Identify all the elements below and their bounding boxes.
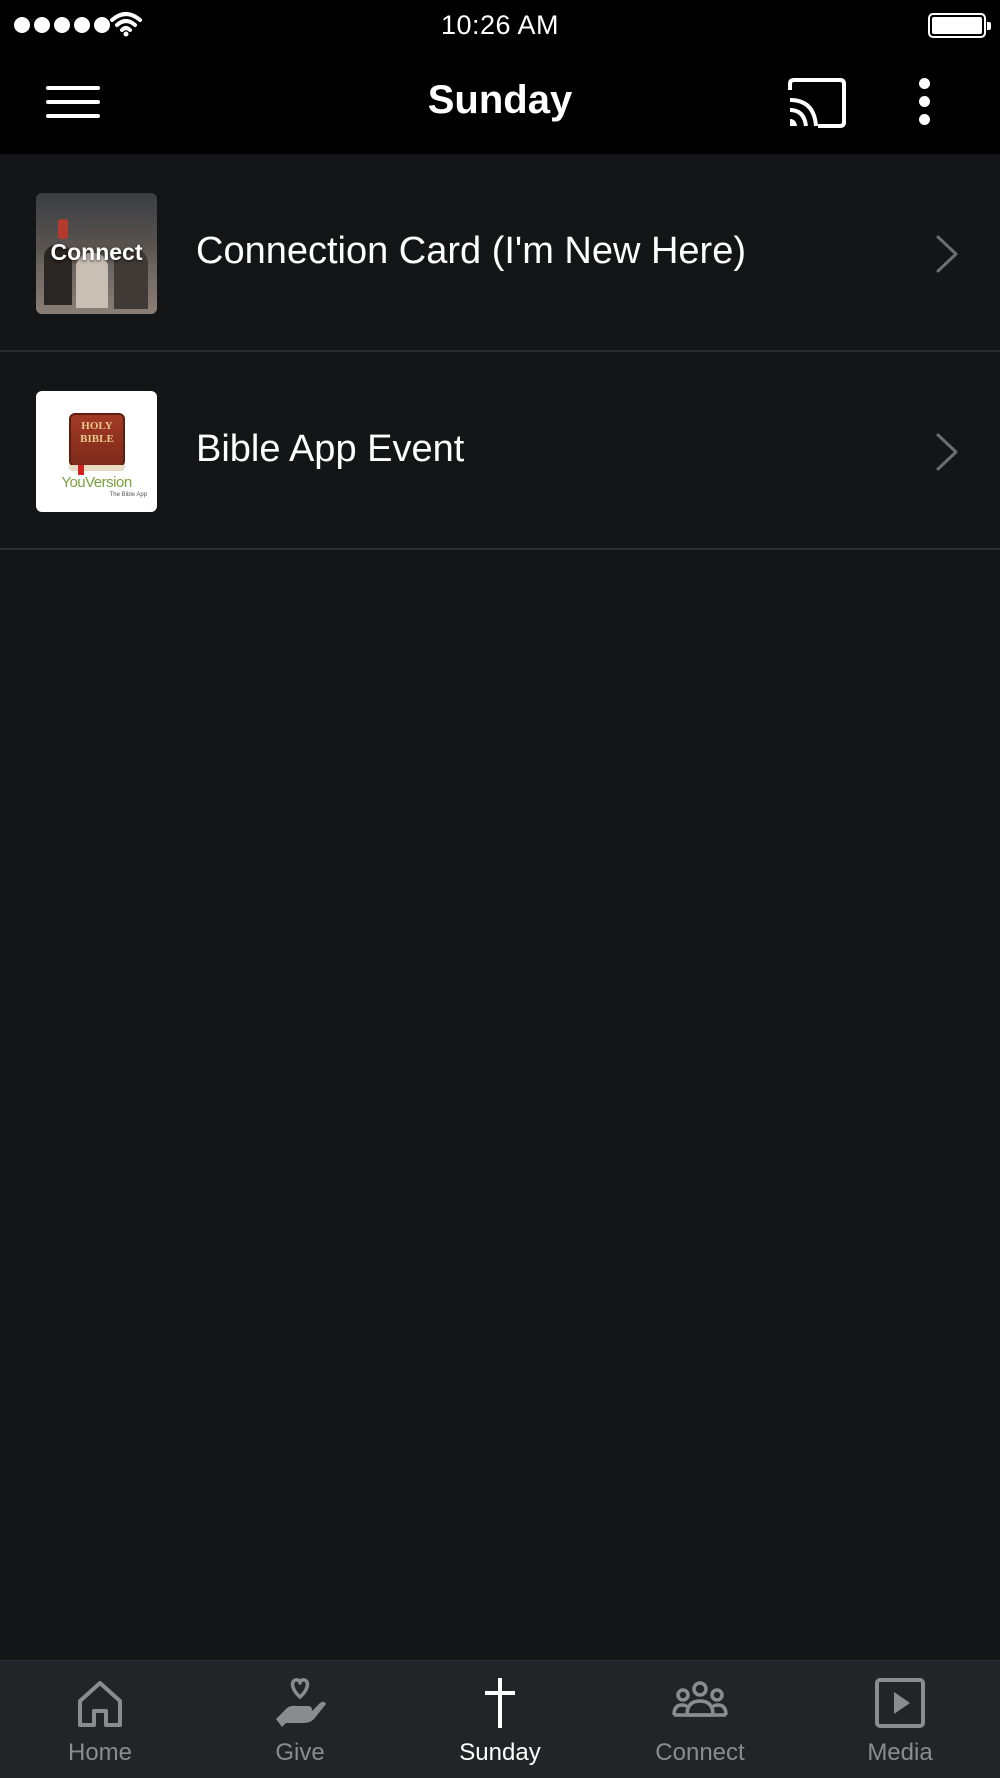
tab-label: Home — [67, 1739, 133, 1766]
home-icon — [78, 1681, 122, 1727]
people-group-icon — [672, 1681, 728, 1717]
tab-label: Give — [275, 1739, 325, 1766]
navigation-bar: Sunday — [0, 50, 1000, 154]
tab-home[interactable]: Home — [0, 1661, 200, 1778]
thumbnail-label: Connect — [50, 239, 143, 265]
list-item-title: Bible App Event — [196, 428, 465, 470]
youversion-brand: YouVersion — [61, 474, 132, 491]
list-item-connection-card[interactable]: Connect Connection Card (I'm New Here) — [0, 154, 1000, 352]
tab-give[interactable]: Give — [200, 1661, 400, 1778]
tab-media[interactable]: Media — [800, 1661, 1000, 1778]
bible-app-thumbnail: HOLY BIBLE YouVersion The Bible App — [36, 391, 157, 512]
brand-subtitle: The Bible App — [109, 492, 147, 498]
give-hand-heart-icon — [276, 1678, 326, 1727]
connection-card-thumbnail: Connect — [36, 193, 157, 314]
book-text-line1: HOLY — [81, 420, 113, 432]
play-square-icon — [875, 1678, 925, 1728]
chevron-right-icon — [936, 433, 958, 471]
tab-bar: Home Give Sunday Connect Media — [0, 1660, 1000, 1778]
status-bar: 10:26 AM — [0, 0, 1000, 50]
battery-icon — [928, 13, 991, 38]
list-item-title: Connection Card (I'm New Here) — [196, 230, 746, 272]
status-time: 10:26 AM — [440, 10, 560, 40]
tab-label: Sunday — [459, 1739, 541, 1766]
cross-icon — [485, 1678, 515, 1728]
book-text-line2: BIBLE — [80, 433, 114, 445]
chevron-right-icon — [936, 235, 958, 273]
content-list: Connect Connection Card (I'm New Here) H… — [0, 154, 1000, 550]
cast-icon[interactable] — [786, 76, 848, 130]
page-title: Sunday — [427, 78, 573, 122]
more-options-icon[interactable] — [906, 74, 942, 130]
screen: 10:26 AM Sunday Connect Connection Card … — [0, 0, 1000, 1778]
tab-sunday[interactable]: Sunday — [400, 1661, 600, 1778]
tab-label: Connect — [655, 1739, 745, 1766]
tab-label: Media — [867, 1739, 933, 1766]
list-item-bible-app-event[interactable]: HOLY BIBLE YouVersion The Bible App Bibl… — [0, 352, 1000, 550]
tab-connect[interactable]: Connect — [600, 1661, 800, 1778]
